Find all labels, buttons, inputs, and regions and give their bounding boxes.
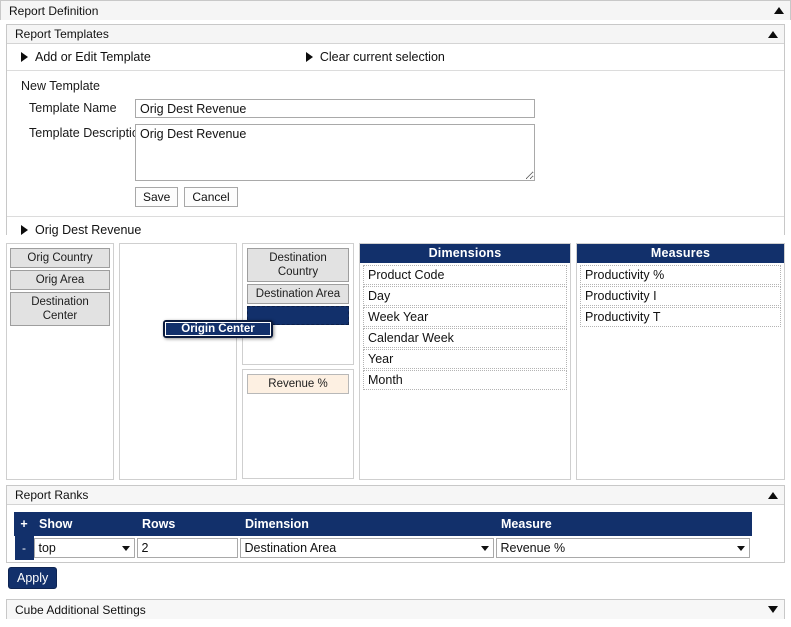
dimensions-header: Dimensions	[360, 244, 570, 263]
source-fields-panel[interactable]: Orig Country Orig Area Destination Cente…	[6, 243, 114, 480]
triangle-up-icon[interactable]	[768, 491, 778, 499]
column-header-measure: Measure	[495, 512, 752, 536]
template-description-row: Template Description Orig Dest Revenue	[7, 124, 784, 181]
triangle-down-icon[interactable]	[768, 606, 778, 613]
template-description-label: Template Description	[29, 126, 146, 140]
chevron-down-icon	[480, 545, 489, 551]
dimension-item-month[interactable]: Month	[363, 370, 567, 390]
cell-show: top	[33, 536, 137, 561]
clear-current-selection-link[interactable]: Clear current selection	[305, 50, 445, 64]
dimension-select-value: Destination Area	[244, 541, 337, 555]
column-header-rows: Rows	[136, 512, 240, 536]
target-chip-destination-country[interactable]: Destination Country	[247, 248, 349, 282]
source-chip-destination-center[interactable]: Destination Center	[10, 292, 110, 326]
report-templates-body: Add or Edit Template Clear current selec…	[7, 44, 784, 242]
measure-item-productivity-percent[interactable]: Productivity %	[580, 265, 781, 285]
dimension-item-week-year[interactable]: Week Year	[363, 307, 567, 327]
cancel-button[interactable]: Cancel	[184, 187, 238, 207]
apply-button[interactable]: Apply	[8, 567, 58, 589]
dragging-chip-label: Origin Center	[165, 322, 271, 336]
report-ranks-table: + Show Rows Dimension Measure - top 2 De…	[14, 512, 752, 560]
report-definition-panel: Report Definition	[0, 0, 791, 20]
report-templates-title: Report Templates	[15, 27, 109, 41]
cell-dimension: Destination Area	[239, 536, 496, 561]
save-button[interactable]: Save	[135, 187, 179, 207]
template-name-row: Template Name	[7, 99, 784, 118]
target-chip-destination-area[interactable]: Destination Area	[247, 284, 349, 304]
report-definition-header[interactable]: Report Definition	[1, 1, 790, 20]
measures-panel: Measures Productivity % Productivity I P…	[576, 243, 785, 480]
report-ranks-title: Report Ranks	[15, 488, 89, 502]
triangle-right-icon	[305, 52, 313, 62]
dimensions-panel: Dimensions Product Code Day Week Year Ca…	[359, 243, 571, 480]
table-header-row: + Show Rows Dimension Measure	[14, 512, 752, 536]
measures-list: Productivity % Productivity I Productivi…	[577, 263, 784, 327]
report-ranks-panel: Report Ranks + Show Rows Dimension Measu…	[6, 485, 785, 563]
triangle-right-icon	[21, 224, 28, 235]
cell-rows: 2	[136, 536, 240, 561]
report-builder-area: Orig Country Orig Area Destination Cente…	[6, 243, 785, 480]
dimensions-list: Product Code Day Week Year Calendar Week…	[360, 263, 570, 390]
page-title: Report Definition	[9, 3, 99, 18]
add-or-edit-template-link[interactable]: Add or Edit Template	[21, 50, 151, 64]
dimension-select[interactable]: Destination Area	[239, 538, 494, 558]
measure-select[interactable]: Revenue %	[495, 538, 750, 558]
chevron-down-icon	[736, 545, 745, 551]
triangle-right-icon	[21, 52, 28, 62]
table-row: - top 2 Destination Area Revenue %	[14, 535, 752, 561]
cube-additional-settings-title: Cube Additional Settings	[15, 602, 146, 617]
measure-item-productivity-i[interactable]: Productivity I	[580, 286, 781, 306]
cube-additional-settings-header[interactable]: Cube Additional Settings	[7, 600, 784, 619]
dimension-item-day[interactable]: Day	[363, 286, 567, 306]
measure-select-value: Revenue %	[500, 541, 566, 555]
show-select-value: top	[38, 541, 56, 555]
rows-input-value: 2	[141, 541, 149, 555]
rows-drop-panel[interactable]	[119, 243, 237, 480]
dimension-item-product-code[interactable]: Product Code	[363, 265, 567, 285]
target-chip-revenue-percent[interactable]: Revenue %	[247, 374, 349, 394]
cube-additional-settings-panel: Cube Additional Settings	[6, 599, 785, 619]
template-name-input[interactable]	[135, 99, 535, 118]
dimension-drop-zone[interactable]: Destination Country Destination Area	[242, 243, 354, 365]
report-ranks-header[interactable]: Report Ranks	[7, 486, 784, 505]
cell-measure: Revenue %	[495, 536, 752, 561]
saved-template-link[interactable]: Orig Dest Revenue	[21, 223, 141, 237]
measure-drop-zone[interactable]: Revenue %	[242, 369, 354, 479]
column-header-show: Show	[33, 512, 137, 536]
column-header-dimension: Dimension	[239, 512, 496, 536]
clear-current-selection-label: Clear current selection	[319, 50, 445, 64]
measures-header: Measures	[577, 244, 784, 263]
chevron-down-icon	[121, 545, 130, 551]
report-templates-header[interactable]: Report Templates	[7, 25, 784, 44]
template-name-label: Template Name	[29, 101, 117, 115]
report-templates-panel: Report Templates Add or Edit Template Cl…	[6, 24, 785, 242]
remove-rank-row-button[interactable]: -	[14, 535, 34, 560]
measure-item-productivity-t[interactable]: Productivity T	[580, 307, 781, 327]
triangle-up-icon[interactable]	[768, 30, 778, 38]
rows-input[interactable]: 2	[136, 538, 238, 558]
add-or-edit-template-label: Add or Edit Template	[35, 50, 151, 64]
template-action-links: Add or Edit Template Clear current selec…	[7, 44, 784, 71]
target-drop-column: Destination Country Destination Area Rev…	[242, 243, 354, 480]
saved-template-label: Orig Dest Revenue	[35, 222, 142, 237]
source-chip-orig-country[interactable]: Orig Country	[10, 248, 110, 268]
dragging-chip-origin-center[interactable]: Origin Center	[163, 320, 273, 338]
source-chip-orig-area[interactable]: Orig Area	[10, 270, 110, 290]
triangle-up-icon[interactable]	[774, 7, 784, 14]
dimension-item-year[interactable]: Year	[363, 349, 567, 369]
show-select[interactable]: top	[33, 538, 135, 558]
add-rank-row-button[interactable]: +	[14, 512, 34, 536]
template-description-input[interactable]: Orig Dest Revenue	[135, 124, 535, 181]
template-buttons: Save Cancel	[7, 187, 784, 216]
dimension-item-calendar-week[interactable]: Calendar Week	[363, 328, 567, 348]
new-template-label: New Template	[21, 79, 100, 93]
saved-template-row: Orig Dest Revenue	[7, 216, 784, 242]
